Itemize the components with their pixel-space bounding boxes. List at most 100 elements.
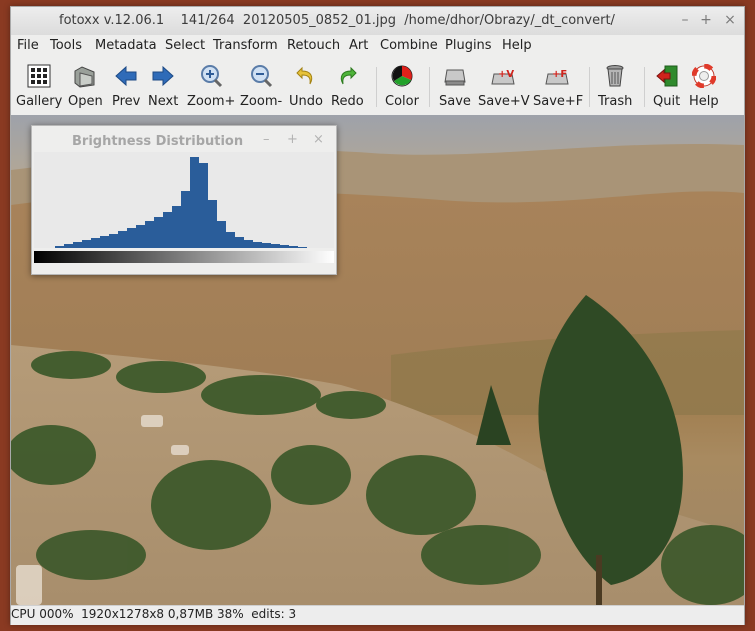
- histogram-title: Brightness Distribution: [72, 134, 244, 149]
- toolbar-separator: [376, 67, 377, 107]
- window-title: fotoxx v.12.06.1 141/264 20120505_0852_0…: [59, 13, 615, 28]
- save-version-icon: +V: [491, 63, 517, 89]
- app-window: fotoxx v.12.06.1 141/264 20120505_0852_0…: [10, 6, 745, 625]
- histogram-bar: [262, 243, 271, 248]
- menu-tools[interactable]: Tools: [50, 38, 82, 53]
- undo-label: Undo: [289, 94, 323, 109]
- menu-metadata[interactable]: Metadata: [95, 38, 157, 53]
- prev-label: Prev: [112, 94, 141, 109]
- status-bar: CPU 000% 1920x1278x8 0,87MB 38% edits: 3: [11, 605, 744, 625]
- image-canvas[interactable]: Brightness Distribution – + ×: [11, 115, 744, 605]
- svg-text:+V: +V: [498, 69, 514, 80]
- trash-label: Trash: [598, 94, 633, 109]
- gallery-label: Gallery: [16, 94, 63, 109]
- histogram-bar: [64, 244, 73, 248]
- close-icon[interactable]: ×: [721, 11, 739, 29]
- zoom-in-button[interactable]: Zoom+: [187, 59, 235, 115]
- histogram-bar: [289, 246, 298, 248]
- prev-button[interactable]: Prev: [112, 59, 140, 115]
- undo-icon: [293, 63, 319, 89]
- histogram-bar: [136, 225, 145, 248]
- hist-maximize-icon[interactable]: +: [287, 132, 298, 147]
- histogram-bar: [91, 238, 100, 248]
- save-button[interactable]: Save: [439, 59, 471, 115]
- histogram-bar: [118, 231, 127, 248]
- save-file-icon: +F: [545, 63, 571, 89]
- trash-button[interactable]: Trash: [598, 59, 632, 115]
- redo-button[interactable]: Redo: [331, 59, 364, 115]
- histogram-bar: [145, 221, 154, 248]
- histogram-bar: [244, 240, 253, 248]
- help-label: Help: [689, 94, 719, 109]
- next-arrow-icon: [150, 63, 176, 89]
- histogram-bar: [55, 246, 64, 248]
- svg-text:+F: +F: [552, 69, 567, 80]
- menu-bar: File Tools Metadata Select Transform Ret…: [11, 35, 744, 57]
- undo-button[interactable]: Undo: [289, 59, 323, 115]
- gallery-icon: [26, 63, 52, 89]
- color-wheel-icon: [389, 63, 415, 89]
- zoom-out-icon: [248, 63, 274, 89]
- hist-close-icon[interactable]: ×: [313, 132, 324, 147]
- title-bar: fotoxx v.12.06.1 141/264 20120505_0852_0…: [11, 7, 744, 35]
- toolbar-separator: [644, 67, 645, 107]
- histogram-bar: [100, 236, 109, 248]
- histogram-bar: [163, 212, 172, 248]
- save-version-button[interactable]: +V Save+V: [478, 59, 530, 115]
- histogram-bar: [172, 206, 181, 248]
- menu-transform[interactable]: Transform: [213, 38, 278, 53]
- histogram-bar: [73, 242, 82, 248]
- menu-retouch[interactable]: Retouch: [287, 38, 340, 53]
- histogram-bar: [217, 221, 226, 248]
- histogram-bar: [181, 191, 190, 248]
- next-button[interactable]: Next: [148, 59, 178, 115]
- status-text: CPU 000% 1920x1278x8 0,87MB 38% edits: 3: [11, 607, 297, 621]
- toolbar-separator: [589, 67, 590, 107]
- save-file-button[interactable]: +F Save+F: [533, 59, 583, 115]
- trash-icon: [602, 63, 628, 89]
- histogram-plot: [34, 152, 334, 263]
- redo-icon: [334, 63, 360, 89]
- quit-icon: [654, 63, 680, 89]
- open-button[interactable]: Open: [68, 59, 103, 115]
- menu-combine[interactable]: Combine: [380, 38, 438, 53]
- quit-label: Quit: [653, 94, 681, 109]
- save-icon: [442, 63, 468, 89]
- maximize-icon[interactable]: +: [697, 11, 715, 29]
- gallery-button[interactable]: Gallery: [16, 59, 62, 115]
- histogram-bar: [280, 245, 289, 248]
- toolbar-separator: [429, 67, 430, 107]
- histogram-bar: [127, 228, 136, 248]
- brightness-distribution-window[interactable]: Brightness Distribution – + ×: [31, 125, 337, 275]
- histogram-bar: [190, 157, 199, 248]
- open-icon: [72, 63, 98, 89]
- histogram-bar: [271, 244, 280, 248]
- menu-help[interactable]: Help: [502, 38, 532, 53]
- minimize-icon[interactable]: –: [676, 11, 694, 29]
- help-button[interactable]: Help: [689, 59, 719, 115]
- redo-label: Redo: [331, 94, 364, 109]
- hist-minimize-icon[interactable]: –: [263, 132, 270, 147]
- open-label: Open: [68, 94, 103, 109]
- histogram-bar: [253, 242, 262, 248]
- histogram-bar: [154, 217, 163, 248]
- toolbar: Gallery Open Prev Next Zoom+ Zoom- Undo …: [11, 59, 744, 115]
- save-file-label: Save+F: [533, 94, 584, 109]
- histogram-bar: [226, 232, 235, 248]
- save-version-label: Save+V: [478, 94, 530, 109]
- histogram-bar: [109, 234, 118, 248]
- color-label: Color: [385, 94, 419, 109]
- menu-file[interactable]: File: [17, 38, 39, 53]
- zoom-out-button[interactable]: Zoom-: [240, 59, 282, 115]
- zoom-out-label: Zoom-: [240, 94, 283, 109]
- histogram-bar: [235, 237, 244, 248]
- zoom-in-icon: [198, 63, 224, 89]
- prev-arrow-icon: [113, 63, 139, 89]
- quit-button[interactable]: Quit: [653, 59, 680, 115]
- menu-art[interactable]: Art: [349, 38, 368, 53]
- menu-select[interactable]: Select: [165, 38, 205, 53]
- histogram-bar: [208, 200, 217, 248]
- histogram-bar: [298, 247, 307, 248]
- color-button[interactable]: Color: [385, 59, 419, 115]
- menu-plugins[interactable]: Plugins: [445, 38, 492, 53]
